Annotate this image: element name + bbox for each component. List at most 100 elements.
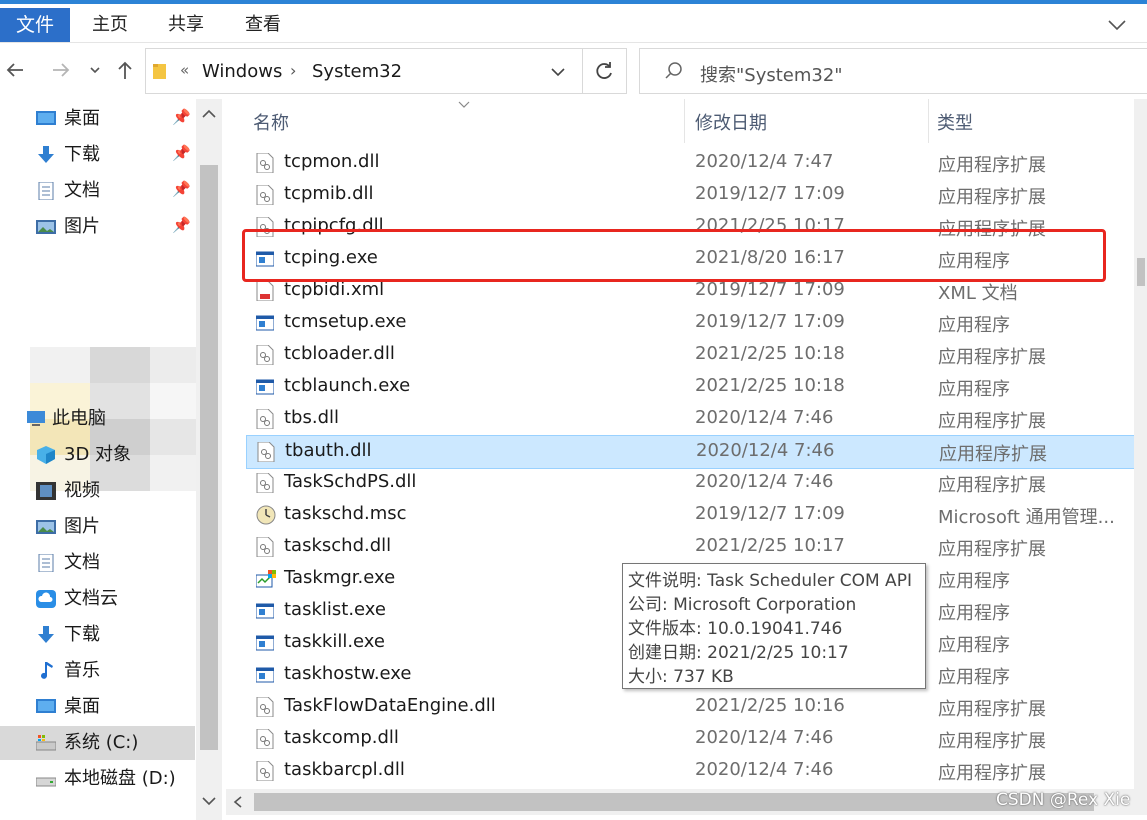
nav-label: 桌面 [64,108,100,129]
file-date: 2020/12/4 7:46 [695,471,834,492]
tab-file[interactable]: 文件 [0,8,70,42]
document-icon [38,182,54,200]
breadcrumb-overflow[interactable]: « [180,61,189,79]
nav-downloads[interactable]: 下载 [0,618,195,652]
navigation-bar: « Windows › System32 搜索"System32" [0,43,1147,99]
horizontal-scroll-thumb[interactable] [254,793,1094,811]
nav-label: 本地磁盘 (D:) [64,768,176,789]
file-row[interactable]: taskschd.dll 2021/2/25 10:17 应用程序扩展 [246,531,1139,563]
nav-videos[interactable]: 视频 [0,474,195,508]
scroll-up-icon[interactable] [201,108,217,120]
tab-view[interactable]: 查看 [245,8,281,42]
breadcrumb-separator-icon[interactable]: › [290,61,296,80]
file-list-vertical-scrollbar[interactable] [1134,99,1147,789]
file-date: 2019/12/7 17:09 [695,503,845,524]
search-placeholder[interactable]: 搜索"System32" [700,61,843,87]
file-row[interactable]: TaskSchdPS.dll 2020/12/4 7:46 应用程序扩展 [246,467,1139,499]
refresh-button[interactable] [582,48,627,94]
nav-quick-documents[interactable]: 文档 📌 [0,174,195,208]
forward-arrow-icon [53,63,70,77]
file-row[interactable]: taskschd.msc 2019/12/7 17:09 Microsoft 通用管… [246,499,1139,531]
column-header-type[interactable]: 类型 [937,109,973,135]
nav-pictures[interactable]: 图片 [0,510,195,544]
file-type: 应用程序扩展 [938,155,1046,176]
column-divider[interactable] [928,99,929,143]
nav-quick-downloads[interactable]: 下载 📌 [0,138,195,172]
file-row[interactable]: tbs.dll 2020/12/4 7:46 应用程序扩展 [246,403,1139,435]
nav-label: 文档 [64,180,100,201]
back-button[interactable] [4,59,26,83]
scroll-down-icon[interactable] [201,795,217,807]
search-icon [665,62,682,79]
file-date: 2020/12/4 7:46 [695,727,834,748]
nav-quick-pictures[interactable]: 图片 📌 [0,210,195,244]
nav-system-drive[interactable]: 系统 (C:) [0,726,195,760]
xml-file-icon [256,280,274,302]
breadcrumb-system32[interactable]: System32 [312,61,402,82]
nav-local-drive-d[interactable]: 本地磁盘 (D:) [0,762,195,796]
vertical-scroll-thumb[interactable] [1137,258,1145,286]
file-name: taskschd.dll [284,535,392,556]
file-date: 2021/2/25 10:16 [695,695,845,716]
file-row[interactable]: taskbarcpl.dll 2020/12/4 7:46 应用程序扩展 [246,755,1139,787]
back-arrow-icon [6,63,23,77]
nav-label: 3D 对象 [64,444,132,465]
document-icon [38,554,54,572]
folder-icon [153,64,166,79]
msc-file-icon [256,505,276,525]
address-dropdown-icon[interactable] [549,63,567,81]
file-list: 名称 修改日期 类型 tcpmon.dll 2020/12/4 7:47 应用程序扩… [226,99,1147,820]
dll-file-icon [256,728,274,750]
file-name: TaskSchdPS.dll [284,471,417,492]
nav-cloud-docs[interactable]: 文档云 [0,582,195,616]
nav-label: 音乐 [64,660,100,681]
tab-home[interactable]: 主页 [92,8,128,42]
dll-file-icon [256,472,274,494]
this-pc-icon [27,411,45,426]
column-divider[interactable] [684,99,685,143]
nav-3d-objects[interactable]: 3D 对象 [0,438,195,472]
column-header-name[interactable]: 名称 [253,109,289,135]
column-header-date[interactable]: 修改日期 [695,109,767,135]
nav-desktop[interactable]: 桌面 [0,690,195,724]
tooltip-version: 文件版本: 10.0.19041.746 [628,619,843,639]
file-row[interactable]: TaskFlowDataEngine.dll 2021/2/25 10:16 应用程… [246,691,1139,723]
file-type: 应用程序 [938,571,1010,592]
file-date: 2019/12/7 17:09 [695,311,845,332]
expand-ribbon-icon[interactable] [1106,14,1128,36]
nav-documents[interactable]: 文档 [0,546,195,580]
file-name: taskcomp.dll [284,727,399,748]
file-row[interactable]: tcpmon.dll 2020/12/4 7:47 应用程序扩展 [246,147,1139,179]
download-icon [38,626,54,643]
file-row[interactable]: tcpmib.dll 2019/12/7 17:09 应用程序扩展 [246,179,1139,211]
search-box[interactable]: 搜索"System32" [639,48,1147,94]
file-row[interactable]: taskcomp.dll 2020/12/4 7:46 应用程序扩展 [246,723,1139,755]
forward-button[interactable] [50,59,72,83]
nav-music[interactable]: 音乐 [0,654,195,688]
download-icon [38,146,54,163]
file-row[interactable]: tcblaunch.exe 2021/2/25 10:18 应用程序 [246,371,1139,403]
address-bar[interactable]: « Windows › System32 [145,48,583,94]
tab-share[interactable]: 共享 [168,8,204,42]
desktop-icon [36,699,56,713]
file-name: Taskmgr.exe [284,567,396,588]
nav-label: 桌面 [64,696,100,717]
scroll-left-icon[interactable] [232,795,244,809]
file-date: 2021/2/25 10:18 [695,375,845,396]
file-row[interactable]: tcmsetup.exe 2019/12/7 17:09 应用程序 [246,307,1139,339]
breadcrumb-windows[interactable]: Windows [202,61,282,82]
dll-file-icon [256,536,274,558]
file-type: 应用程序 [938,603,1010,624]
nav-quick-desktop[interactable]: 桌面 📌 [0,102,195,136]
exe-file-icon [255,665,275,685]
dll-file-icon [256,184,274,206]
up-button[interactable] [114,59,136,83]
nav-this-pc[interactable]: 此电脑 [0,402,195,436]
file-row[interactable]: tbauth.dll 2020/12/4 7:46 应用程序扩展 [246,435,1141,469]
recent-locations-button[interactable] [86,59,104,83]
file-name: tbs.dll [284,407,340,428]
file-row[interactable]: tcbloader.dll 2021/2/25 10:18 应用程序扩展 [246,339,1139,371]
video-icon [36,482,56,500]
nav-scroll-thumb[interactable] [200,165,218,750]
nav-label: 视频 [64,480,100,501]
